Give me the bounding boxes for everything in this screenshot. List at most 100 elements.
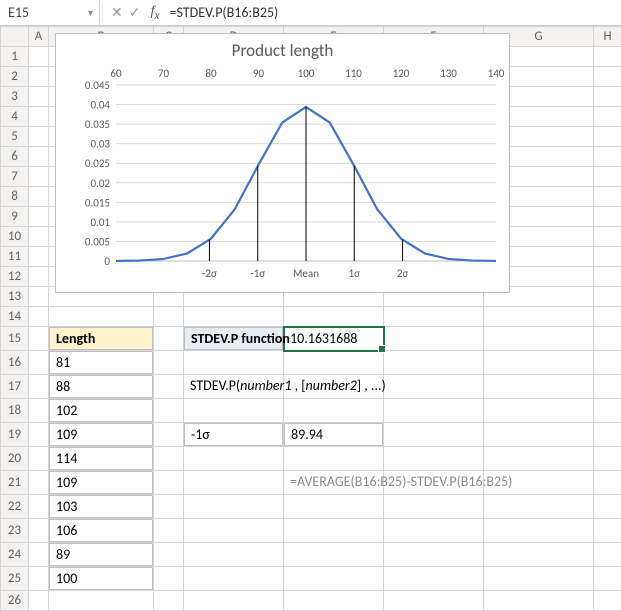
cell-E18[interactable] [284, 399, 384, 423]
cell-D26[interactable] [184, 591, 284, 611]
cell-G16[interactable] [484, 351, 594, 375]
cell-A2[interactable] [29, 67, 49, 87]
cell-H15[interactable] [594, 327, 621, 351]
cell-C21[interactable] [154, 471, 184, 495]
cell-H21[interactable] [594, 471, 621, 495]
cell-A9[interactable] [29, 207, 49, 227]
cell-H23[interactable] [594, 519, 621, 543]
cell-E26[interactable] [284, 591, 384, 611]
cell-A26[interactable] [29, 591, 49, 611]
cell-A14[interactable] [29, 307, 49, 327]
cell-B19[interactable]: 109 [49, 423, 154, 447]
cell-D18[interactable] [184, 399, 284, 423]
cell-C24[interactable] [154, 543, 184, 567]
cell-A8[interactable] [29, 187, 49, 207]
cell-A16[interactable] [29, 351, 49, 375]
cell-H3[interactable] [594, 87, 621, 107]
cell-G20[interactable] [484, 447, 594, 471]
row-header[interactable]: 21 [1, 471, 29, 495]
row-header[interactable]: 20 [1, 447, 29, 471]
formula-input[interactable]: =STDEV.P(B16:B25) [164, 0, 621, 25]
cell-B16[interactable]: 81 [49, 351, 154, 375]
cell-A22[interactable] [29, 495, 49, 519]
row-header[interactable]: 6 [1, 147, 29, 167]
cell-H16[interactable] [594, 351, 621, 375]
cell-G23[interactable] [484, 519, 594, 543]
cell-F19[interactable] [384, 423, 484, 447]
cell-G19[interactable] [484, 423, 594, 447]
cell-D25[interactable] [184, 567, 284, 591]
cell-C25[interactable] [154, 567, 184, 591]
cell-H10[interactable] [594, 227, 621, 247]
cell-G18[interactable] [484, 399, 594, 423]
cell-A17[interactable] [29, 375, 49, 399]
cell-C16[interactable] [154, 351, 184, 375]
cell-F20[interactable] [384, 447, 484, 471]
cell-H20[interactable] [594, 447, 621, 471]
cell-A11[interactable] [29, 247, 49, 267]
cell-H17[interactable] [594, 375, 621, 399]
cell-C19[interactable] [154, 423, 184, 447]
cell-A13[interactable] [29, 287, 49, 307]
cell-F26[interactable] [384, 591, 484, 611]
row-header[interactable]: 10 [1, 227, 29, 247]
select-all-corner[interactable] [1, 27, 29, 47]
row-header[interactable]: 19 [1, 423, 29, 447]
cell-H4[interactable] [594, 107, 621, 127]
row-header[interactable]: 13 [1, 287, 29, 307]
cell-F16[interactable] [384, 351, 484, 375]
row-header[interactable]: 5 [1, 127, 29, 147]
cell-H24[interactable] [594, 543, 621, 567]
cell-B20[interactable]: 114 [49, 447, 154, 471]
cell-H5[interactable] [594, 127, 621, 147]
cell-A4[interactable] [29, 107, 49, 127]
cell-A3[interactable] [29, 87, 49, 107]
cell-A19[interactable] [29, 423, 49, 447]
cell-D14[interactable] [184, 307, 284, 327]
cancel-icon[interactable]: ✕ [111, 4, 123, 21]
cell-G26[interactable] [484, 591, 594, 611]
cell-H6[interactable] [594, 147, 621, 167]
cell-A12[interactable] [29, 267, 49, 287]
cell-H22[interactable] [594, 495, 621, 519]
row-header[interactable]: 1 [1, 47, 29, 67]
cell-C22[interactable] [154, 495, 184, 519]
cell-H13[interactable] [594, 287, 621, 307]
cell-G17[interactable] [484, 375, 594, 399]
cell-E20[interactable] [284, 447, 384, 471]
cell-A10[interactable] [29, 227, 49, 247]
cell-B25[interactable]: 100 [49, 567, 154, 591]
cell-H7[interactable] [594, 167, 621, 187]
row-header[interactable]: 25 [1, 567, 29, 591]
cell-C23[interactable] [154, 519, 184, 543]
cell-C26[interactable] [154, 591, 184, 611]
cell-H11[interactable] [594, 247, 621, 267]
cell-H2[interactable] [594, 67, 621, 87]
cell-F18[interactable] [384, 399, 484, 423]
cell-H14[interactable] [594, 307, 621, 327]
cell-D15[interactable]: STDEV.P function [184, 327, 284, 351]
cell-A21[interactable] [29, 471, 49, 495]
cell-H8[interactable] [594, 187, 621, 207]
row-header[interactable]: 16 [1, 351, 29, 375]
row-header[interactable]: 26 [1, 591, 29, 611]
cell-B23[interactable]: 106 [49, 519, 154, 543]
row-header[interactable]: 7 [1, 167, 29, 187]
row-header[interactable]: 2 [1, 67, 29, 87]
row-header[interactable]: 11 [1, 247, 29, 267]
chevron-down-icon[interactable]: ▾ [84, 6, 97, 19]
cell-H25[interactable] [594, 567, 621, 591]
cell-C15[interactable] [154, 327, 184, 351]
cell-D17[interactable]: STDEV.P(number1 , [number2] , ...) [184, 375, 284, 399]
cell-H1[interactable] [594, 47, 621, 67]
cell-B24[interactable]: 89 [49, 543, 154, 567]
cell-A20[interactable] [29, 447, 49, 471]
row-header[interactable]: 17 [1, 375, 29, 399]
cell-B26[interactable] [49, 591, 154, 611]
cell-E14[interactable] [284, 307, 384, 327]
fx-icon[interactable]: fx [146, 4, 163, 22]
row-header[interactable]: 23 [1, 519, 29, 543]
cell-A1[interactable] [29, 47, 49, 67]
cell-A6[interactable] [29, 147, 49, 167]
cell-D24[interactable] [184, 543, 284, 567]
